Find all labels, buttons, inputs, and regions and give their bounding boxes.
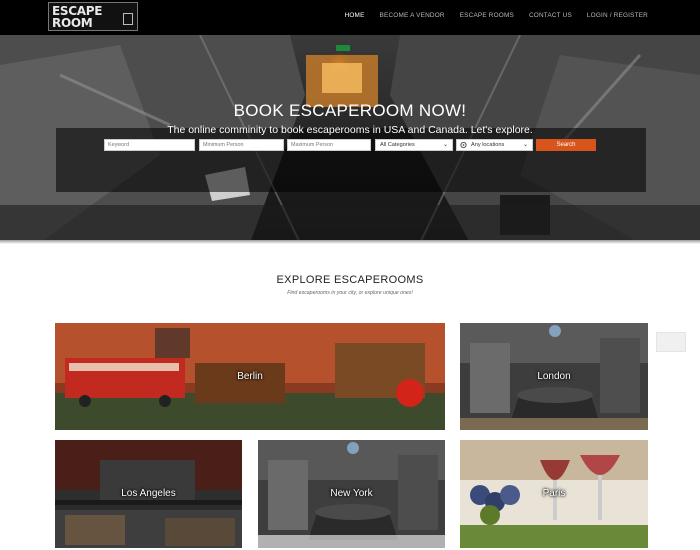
city-name: Los Angeles [121,488,176,499]
search-button[interactable]: Search [536,139,596,151]
hero-banner: BOOK ESCAPEROOM NOW! The online comminit… [0,35,700,243]
city-tile-new-york[interactable]: New York [258,440,445,548]
nav-menu: HOME BECOME A VENDOR ESCAPE ROOMS CONTAC… [345,12,648,19]
logo-mark [123,13,133,25]
location-pin-icon [460,142,467,149]
explore-title: EXPLORE ESCAPEROOMS [276,274,424,286]
hero-title: BOOK ESCAPEROOM NOW! [233,101,467,120]
top-navbar: ESCAPE ROOM HOME BECOME A VENDOR ESCAPE … [0,0,700,35]
city-name: New York [330,488,373,499]
hero-overlay [56,128,646,192]
location-select-value: Any locations [471,142,505,148]
chevron-down-icon: ⌄ [442,142,448,148]
nav-escape-rooms[interactable]: ESCAPE ROOMS [460,12,514,19]
city-tile-london[interactable]: London [460,323,648,430]
maximum-person-input[interactable] [287,139,371,151]
city-name: Paris [542,488,566,499]
carousel-next-button[interactable] [656,332,686,352]
nav-become-vendor[interactable]: BECOME A VENDOR [380,12,445,19]
nav-login-register[interactable]: LOGIN / REGISTER [587,12,648,19]
keyword-input[interactable] [104,139,195,151]
nav-contact-us[interactable]: CONTACT US [529,12,572,19]
city-tile-los-angeles[interactable]: Los Angeles [55,440,242,548]
nav-home[interactable]: HOME [345,12,365,19]
hero-subtitle: The online comminity to book escaperooms… [167,124,533,136]
city-name: London [537,371,571,382]
logo-line-2: ROOM [52,16,93,30]
category-select[interactable]: All Categories ⌄ [375,139,453,151]
city-name: Berlin [237,371,263,382]
category-select-value: All Categories [380,142,415,148]
minimum-person-input[interactable] [199,139,284,151]
site-logo[interactable]: ESCAPE ROOM [48,2,138,31]
city-tile-berlin[interactable]: Berlin [55,323,445,430]
explore-subtitle: Find escaperooms in your city, or explor… [287,290,413,296]
hero-divider [0,240,700,244]
city-tile-paris[interactable]: Paris [460,440,648,548]
chevron-down-icon: ⌄ [522,142,528,148]
location-select[interactable]: Any locations ⌄ [456,139,533,151]
